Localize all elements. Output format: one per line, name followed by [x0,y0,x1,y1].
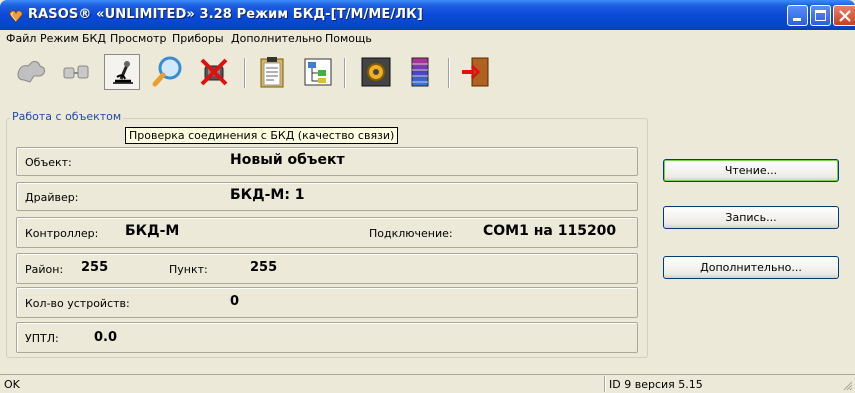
settings-panel-button[interactable] [358,54,394,90]
additional-button[interactable]: Дополнительно... [663,256,839,279]
status-separator [604,376,606,392]
connection-test-button[interactable] [104,54,140,90]
devices-row: Кол-во устройств: 0 [16,287,638,318]
indicator-button[interactable] [402,54,438,90]
search-button[interactable] [150,54,186,90]
district-value: 255 [81,260,109,275]
toolbar [0,48,855,108]
object-row: Объект: Новый объект [16,147,638,176]
read-button[interactable]: Чтение... [663,159,839,182]
window-title: RASOS® «UNLIMITED» 3.28 Режим БКД-[Т/М/М… [28,7,423,22]
connection-value: COM1 на 115200 [483,223,617,239]
connection-label: Подключение: [369,227,453,240]
object-group-label: Работа с объектом [10,110,124,123]
menu-view[interactable]: Просмотр [110,32,166,45]
menu-devices[interactable]: Приборы [172,32,224,45]
maximize-button[interactable] [810,5,831,26]
devices-label: Кол-во устройств: [25,297,130,310]
clipboard-icon [260,57,284,88]
driver-label: Драйвер: [25,191,79,204]
district-label: Район: [25,263,64,276]
object-value: Новый объект [230,152,345,168]
menu-bkd[interactable]: БКД [82,32,106,45]
controller-row: Контроллер: БКД-М Подключение: COM1 на 1… [16,217,638,248]
menu-file[interactable]: Файл [6,32,36,45]
disconnect-icon [200,58,228,86]
plug-button[interactable] [58,54,94,90]
plug-icon [63,65,89,79]
app-icon [9,10,23,23]
location-row: Район: 255 Пункт: 255 [16,253,638,284]
driver-value: БКД-М: 1 [230,187,305,203]
tooltip: Проверка соединения с БКД (качество связ… [125,127,399,144]
menu-bar: Файл Режим БКД Просмотр Приборы Дополнит… [0,30,855,48]
clipboard-button[interactable] [254,54,290,90]
close-icon [839,10,851,22]
toolbar-separator [448,58,450,88]
devices-value: 0 [230,294,240,309]
uptl-value: 0.0 [94,330,118,345]
driver-row: Драйвер: БКД-М: 1 [16,182,638,211]
exit-button[interactable] [458,54,494,90]
controller-value: БКД-М [125,223,180,239]
point-label: Пункт: [169,263,208,276]
version-text: ID 9 версия 5.15 [609,378,703,391]
disconnect-button[interactable] [196,54,232,90]
object-label: Объект: [25,156,72,169]
connect-icon [17,61,45,83]
maximize-icon [815,10,826,21]
point-value: 255 [250,260,278,275]
toolbar-separator [244,58,246,88]
minimize-icon [793,18,801,21]
menu-help[interactable]: Помощь [325,32,372,45]
magnifier-icon [152,56,182,87]
close-button[interactable] [833,5,855,26]
tree-button[interactable] [300,54,336,90]
settings-panel-icon [361,57,391,87]
status-bar: OK ID 9 версия 5.15 [0,374,855,393]
toolbar-separator [344,58,346,88]
uptl-row: УПТЛ: 0.0 [16,322,638,353]
minimize-button[interactable] [787,5,808,26]
title-bar[interactable]: RASOS® «UNLIMITED» 3.28 Режим БКД-[Т/М/М… [0,0,855,30]
write-button[interactable]: Запись... [663,206,839,229]
tree-icon [304,58,332,86]
microscope-icon [113,61,133,84]
controller-label: Контроллер: [25,227,99,240]
menu-mode[interactable]: Режим [40,32,79,45]
uptl-label: УПТЛ: [25,332,59,345]
exit-door-icon [462,57,489,87]
indicator-icon [411,57,429,87]
resize-grip-icon[interactable] [843,381,853,391]
status-text: OK [4,378,20,391]
menu-additional[interactable]: Дополнительно [231,32,322,45]
connect-button[interactable] [14,54,50,90]
